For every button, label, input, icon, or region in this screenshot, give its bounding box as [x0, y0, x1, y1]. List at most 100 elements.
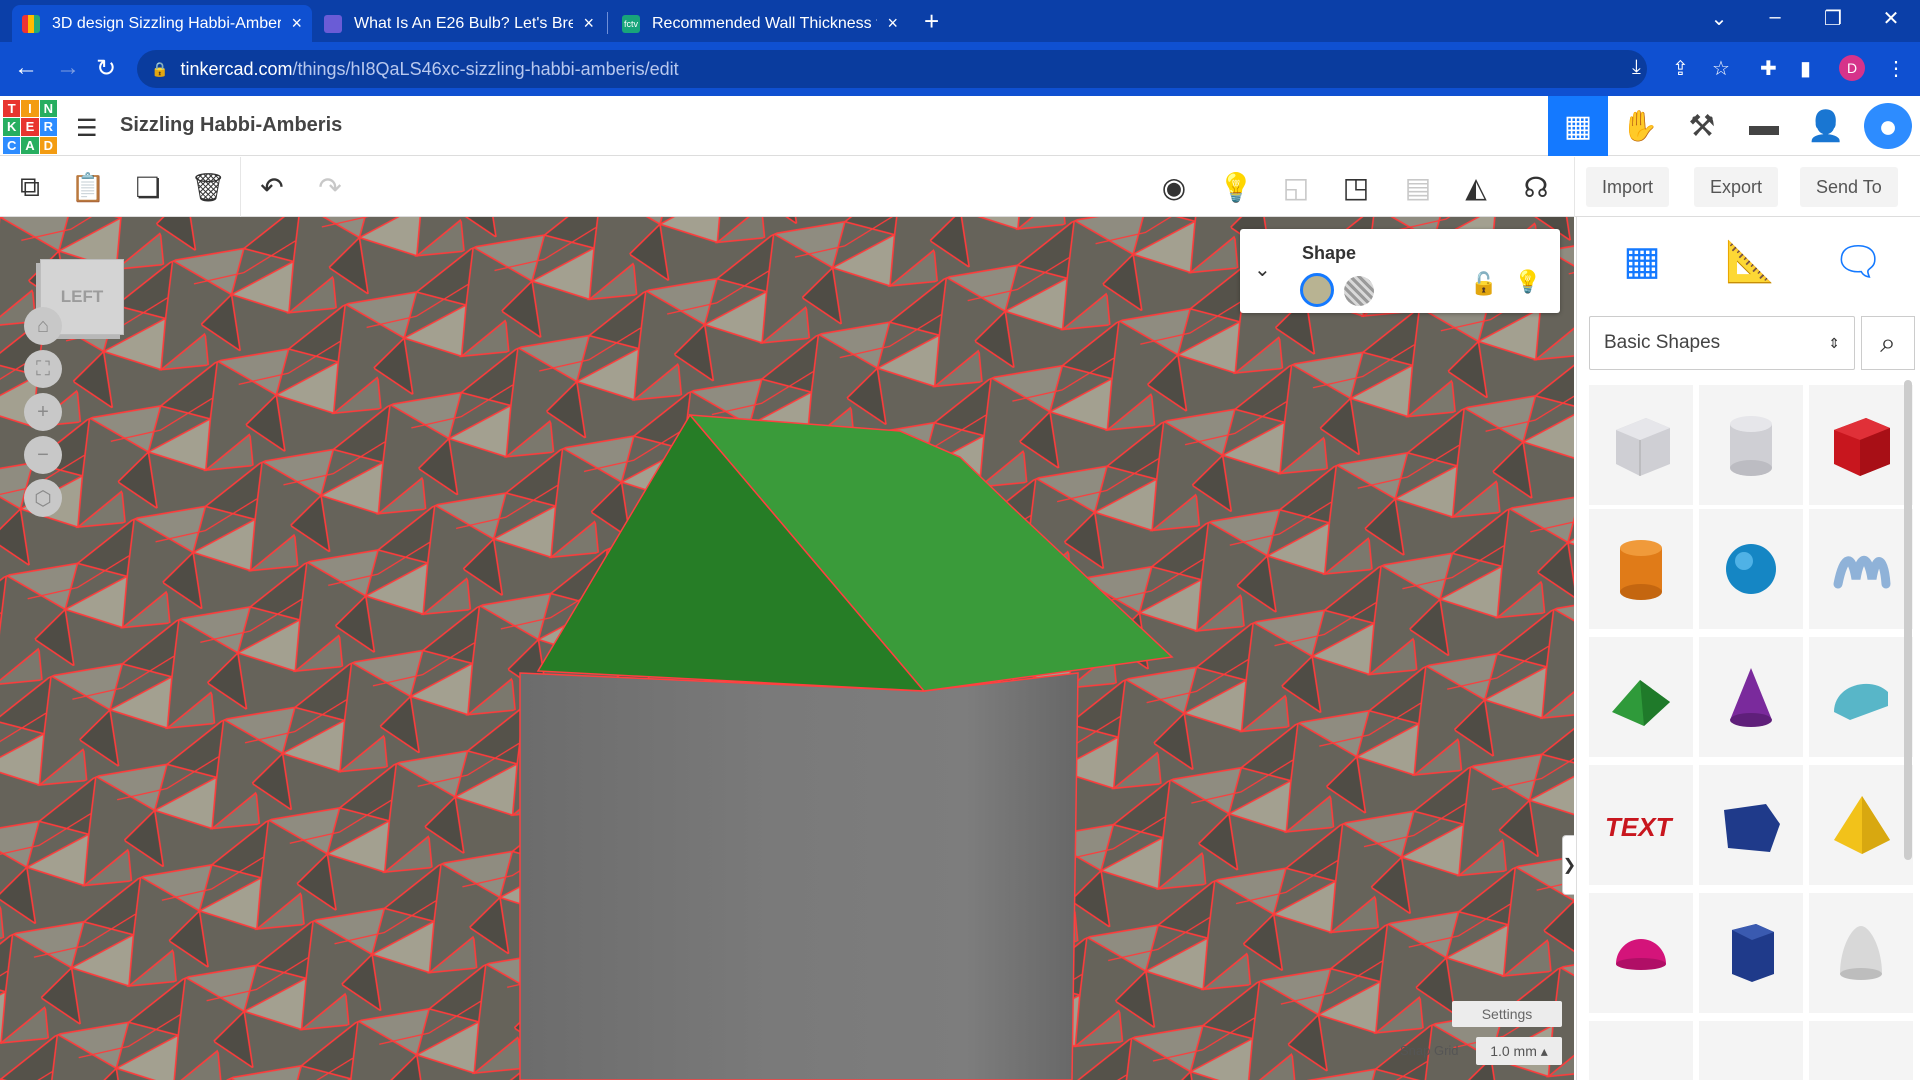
- user-avatar-icon[interactable]: ●: [1861, 100, 1915, 152]
- logo-letter: T: [3, 100, 21, 118]
- address-bar-row: ← → ↻ 🔒 tinkercad.com/things/hI8QaLS46xc…: [0, 42, 1920, 96]
- next-shape-row-item[interactable]: [1809, 1021, 1913, 1080]
- side-panel-icon[interactable]: ▮: [1800, 56, 1811, 81]
- share-icon[interactable]: ⇪: [1672, 56, 1689, 81]
- zoom-out-icon[interactable]: −: [24, 436, 62, 474]
- url-field[interactable]: 🔒 tinkercad.com/things/hI8QaLS46xc-sizzl…: [137, 50, 1647, 88]
- cone-icon[interactable]: [1699, 637, 1803, 757]
- bricks-icon[interactable]: ▬: [1734, 96, 1794, 156]
- visibility-bulb-icon[interactable]: 💡: [1514, 269, 1541, 295]
- hole-swatch[interactable]: [1344, 276, 1374, 306]
- copy-icon[interactable]: ⧉: [12, 169, 48, 205]
- box-icon[interactable]: [1809, 385, 1913, 505]
- logo-letter: E: [21, 118, 39, 136]
- profile-avatar[interactable]: D: [1839, 55, 1865, 81]
- next-shape-row-item[interactable]: [1699, 1021, 1803, 1080]
- tab-close-icon[interactable]: ×: [583, 13, 594, 34]
- next-shape-row-item[interactable]: [1589, 1021, 1693, 1080]
- design-list-icon[interactable]: ☰: [76, 114, 98, 143]
- install-icon[interactable]: ⤓: [1632, 56, 1641, 79]
- logo-letter: N: [39, 100, 57, 118]
- notes-icon[interactable]: ◉: [1156, 169, 1192, 205]
- import-button[interactable]: Import: [1586, 167, 1670, 207]
- tab-tinkercad[interactable]: 3D design Sizzling Habbi-Amberi ×: [12, 5, 312, 42]
- search-icon[interactable]: ⌕: [1861, 316, 1915, 370]
- cylinder-icon[interactable]: [1589, 509, 1693, 629]
- align-icon[interactable]: ▤: [1400, 169, 1436, 205]
- tinkercad-logo[interactable]: T I N K E R C A D: [3, 100, 57, 154]
- back-icon[interactable]: ←: [14, 54, 38, 82]
- restore-icon[interactable]: ❐: [1818, 6, 1848, 31]
- extensions-icon[interactable]: ✚: [1760, 56, 1777, 81]
- unlock-icon[interactable]: 🔓: [1470, 271, 1497, 297]
- tab-separator: [607, 12, 608, 34]
- tab-close-icon[interactable]: ×: [887, 13, 898, 34]
- undo-icon[interactable]: ↶: [254, 169, 290, 205]
- tab-wall-thickness[interactable]: fctv Recommended Wall Thickness fo ×: [612, 5, 908, 42]
- toolbar-separator: [240, 157, 241, 217]
- reload-icon[interactable]: ↻: [96, 54, 116, 83]
- redo-icon[interactable]: ↷: [312, 169, 348, 205]
- snap-grid-select[interactable]: 1.0 mm ▴: [1476, 1037, 1562, 1065]
- text-icon[interactable]: TEXT: [1589, 765, 1693, 885]
- polygon-icon[interactable]: [1699, 765, 1803, 885]
- mirror-icon[interactable]: ◭: [1458, 169, 1494, 205]
- panel-collapse-handle[interactable]: ❯: [1562, 835, 1574, 895]
- home-view-icon[interactable]: ⌂: [24, 307, 62, 345]
- new-tab-button[interactable]: +: [924, 6, 939, 37]
- cruise-icon[interactable]: ☊: [1518, 169, 1554, 205]
- tools-icon[interactable]: ⚒: [1672, 96, 1732, 156]
- roof-icon[interactable]: [1589, 637, 1693, 757]
- export-button[interactable]: Export: [1694, 167, 1779, 207]
- light-bulb-icon[interactable]: 💡: [1218, 169, 1254, 205]
- tab-close-icon[interactable]: ×: [291, 13, 302, 34]
- close-window-icon[interactable]: ✕: [1876, 6, 1906, 31]
- group-icon[interactable]: ◱: [1278, 169, 1314, 205]
- select-arrows-icon: ⇕: [1828, 334, 1840, 351]
- forward-icon[interactable]: →: [56, 54, 80, 82]
- app-header: T I N K E R C A D ☰ Sizzling Habbi-Amber…: [0, 96, 1920, 156]
- ruler-icon[interactable]: 📐: [1715, 231, 1785, 291]
- svg-text:TEXT: TEXT: [1605, 812, 1674, 842]
- paraboloid-icon[interactable]: [1809, 893, 1913, 1013]
- cylinder-hole-icon[interactable]: [1699, 385, 1803, 505]
- half-sphere-icon[interactable]: [1589, 893, 1693, 1013]
- workplane-icon[interactable]: ▦: [1607, 231, 1677, 291]
- send-to-button[interactable]: Send To: [1800, 167, 1898, 207]
- ungroup-icon[interactable]: ◳: [1338, 169, 1374, 205]
- grid-view-icon[interactable]: ▦: [1548, 96, 1608, 156]
- collapse-chevron-icon[interactable]: ⌄: [1254, 257, 1271, 282]
- workplane-viewport[interactable]: LEFT ⌂ ⛶ + − ⬡ ⌄ Shape 🔓 💡 Settings Snap…: [0, 217, 1574, 1080]
- sphere-icon[interactable]: [1699, 509, 1803, 629]
- gesture-hand-icon[interactable]: ✋: [1610, 96, 1670, 156]
- shape-inspector-panel: ⌄ Shape 🔓 💡: [1240, 229, 1560, 313]
- box-hole-icon[interactable]: [1589, 385, 1693, 505]
- browser-menu-icon[interactable]: ⋮: [1886, 56, 1906, 81]
- logo-letter: I: [21, 100, 39, 118]
- design-title[interactable]: Sizzling Habbi-Amberis: [120, 114, 342, 137]
- toolbar-separator: [1574, 157, 1575, 217]
- solid-color-swatch[interactable]: [1300, 273, 1334, 307]
- scene-canvas[interactable]: [0, 217, 1574, 1080]
- pyramid-icon[interactable]: [1809, 765, 1913, 885]
- settings-button[interactable]: Settings: [1452, 1001, 1562, 1027]
- duplicate-icon[interactable]: ❏: [130, 169, 166, 205]
- delete-icon[interactable]: 🗑: [190, 169, 226, 205]
- shape-category-select[interactable]: Basic Shapes ⇕: [1589, 316, 1855, 370]
- browser-tab-bar: 3D design Sizzling Habbi-Amberi × What I…: [0, 0, 1920, 42]
- add-user-icon[interactable]: 👤: [1796, 96, 1856, 156]
- minimize-icon[interactable]: –: [1760, 6, 1790, 29]
- bookmark-star-icon[interactable]: ☆: [1712, 56, 1730, 81]
- round-roof-icon[interactable]: [1809, 637, 1913, 757]
- logo-letter: K: [3, 118, 21, 136]
- tab-e26-bulb[interactable]: What Is An E26 Bulb? Let's Break ×: [314, 5, 604, 42]
- tab-search-chevron-icon[interactable]: ⌄: [1704, 6, 1734, 31]
- hexagonal-prism-icon[interactable]: [1699, 893, 1803, 1013]
- shapes-scrollbar[interactable]: [1904, 380, 1912, 860]
- notes-panel-icon[interactable]: 🗨: [1823, 231, 1893, 291]
- scribble-icon[interactable]: [1809, 509, 1913, 629]
- ortho-view-icon[interactable]: ⬡: [24, 479, 62, 517]
- fit-view-icon[interactable]: ⛶: [24, 350, 62, 388]
- zoom-in-icon[interactable]: +: [24, 393, 62, 431]
- paste-icon[interactable]: 📋: [70, 169, 106, 205]
